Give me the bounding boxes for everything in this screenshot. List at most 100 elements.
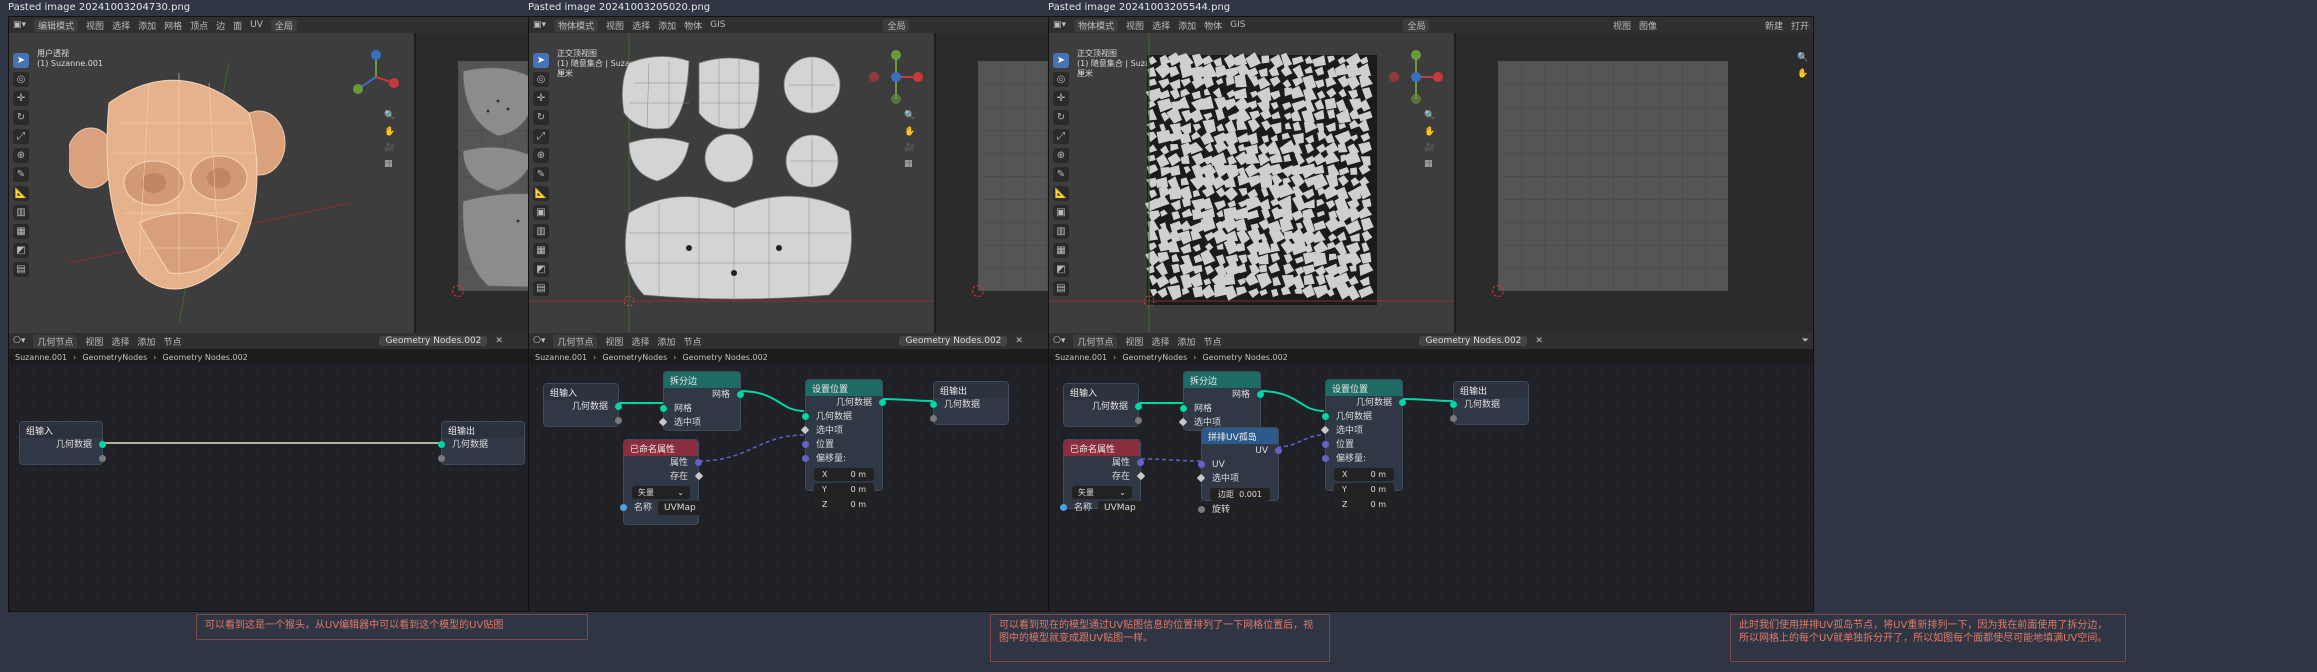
menu-select[interactable]: 选择 — [112, 19, 130, 32]
mode-select[interactable]: 物体模式 — [554, 18, 599, 32]
camera-icon[interactable]: 🎥 — [904, 143, 918, 153]
node-editor-type[interactable]: 几何节点 — [553, 334, 598, 348]
node-tree-selector[interactable]: Geometry Nodes.002 — [379, 336, 488, 346]
offset-y-field[interactable]: Y0 m — [814, 483, 874, 496]
close-icon[interactable]: ✕ — [1535, 336, 1543, 346]
group-output-node[interactable]: 组输出 几何数据 — [930, 381, 1009, 425]
3d-viewport[interactable]: 用户透视 (1) Suzanne.001 ➤ ◎ ✛ ↻ ⤢ ⊕ ✎ 📐 ▥ ▦… — [9, 33, 414, 333]
menu-add[interactable]: 添加 — [138, 19, 156, 32]
close-icon[interactable]: ✕ — [495, 336, 503, 346]
new-image-button[interactable]: 新建 — [1765, 19, 1783, 32]
node-tree-selector[interactable]: Geometry Nodes.002 — [1419, 336, 1528, 346]
geometry-socket[interactable] — [99, 441, 106, 448]
pan-hand-icon[interactable]: ✋ — [1797, 69, 1811, 79]
name-field[interactable]: UVMap — [658, 501, 702, 515]
menu-object[interactable]: 物体 — [1204, 19, 1222, 32]
menu-add[interactable]: 添加 — [1178, 19, 1196, 32]
camera-icon[interactable]: 🎥 — [1424, 143, 1438, 153]
named-attribute-node[interactable]: 已命名属性 属性 存在 矢量 ⌄ 名称 UVMap — [620, 439, 704, 525]
menu-add[interactable]: 添加 — [658, 19, 676, 32]
mesh-out-socket[interactable] — [737, 391, 744, 398]
node-editor-type[interactable]: 几何节点 — [1073, 334, 1118, 348]
group-input-node[interactable]: 组输入 几何数据 — [543, 383, 622, 427]
zoom-icon[interactable]: 🔍 — [1797, 53, 1811, 63]
offset-socket[interactable] — [802, 455, 809, 462]
pan-hand-icon[interactable]: ✋ — [384, 127, 398, 137]
node-menu-select[interactable]: 选择 — [1151, 335, 1169, 348]
exists-socket[interactable] — [694, 471, 704, 481]
named-attribute-node[interactable]: 已命名属性 属性 存在 矢量 ⌄ 名称 UVMap — [1060, 439, 1146, 515]
menu-uv[interactable]: UV — [250, 20, 263, 30]
node-menu-add[interactable]: 添加 — [657, 335, 675, 348]
open-image-button[interactable]: 打开 — [1791, 19, 1809, 32]
grid-icon[interactable]: ▦ — [904, 159, 918, 169]
menu-object[interactable]: 物体 — [684, 19, 702, 32]
geometry-in-socket[interactable] — [1322, 413, 1329, 420]
menu-face[interactable]: 面 — [233, 19, 242, 32]
selection-socket[interactable] — [1178, 417, 1188, 427]
data-type-dropdown[interactable]: 矢量 ⌄ — [1072, 486, 1132, 499]
loopcut-tool-icon[interactable]: ▤ — [13, 262, 29, 277]
zoom-icon[interactable]: 🔍 — [1424, 111, 1438, 121]
camera-icon[interactable]: 🎥 — [384, 143, 398, 153]
set-position-node[interactable]: 设置位置 几何数据 几何数据 选中项 位置 偏移量: X0 m Y0 m Z0 … — [800, 379, 886, 511]
navigation-gizmo[interactable] — [1386, 47, 1446, 107]
exists-socket[interactable] — [1136, 471, 1146, 481]
attribute-socket[interactable] — [1137, 459, 1144, 466]
offset-x-field[interactable]: X0 m — [1334, 468, 1394, 481]
node-canvas[interactable]: 组输入 几何数据 拆分边 网格 网格 选中项 拼排UV孤岛 UV UV 选中项 … — [1049, 365, 1813, 611]
node-menu-node[interactable]: 节点 — [163, 335, 181, 348]
node-menu-node[interactable]: 节点 — [1203, 335, 1221, 348]
node-menu-select[interactable]: 选择 — [631, 335, 649, 348]
selection-socket[interactable] — [658, 417, 668, 427]
geometry-socket[interactable] — [615, 403, 622, 410]
move-tool-icon[interactable]: ✛ — [13, 91, 29, 106]
offset-socket[interactable] — [1322, 455, 1329, 462]
empty-socket[interactable] — [438, 455, 445, 462]
editor-type-icon[interactable]: ⎔▾ — [1053, 336, 1065, 346]
rotate-socket[interactable] — [1198, 506, 1205, 513]
transform-orientation[interactable]: 全局 — [883, 18, 910, 32]
bevel-tool-icon[interactable]: ◩ — [13, 243, 29, 258]
menu-select[interactable]: 选择 — [632, 19, 650, 32]
cursor-tool-icon[interactable]: ◎ — [13, 72, 29, 87]
extrude-tool-icon[interactable]: ▥ — [13, 205, 29, 220]
editor-type-icon[interactable]: ▣▾ — [1053, 20, 1066, 30]
zoom-icon[interactable]: 🔍 — [384, 111, 398, 121]
empty-socket[interactable] — [1135, 417, 1142, 424]
node-menu-select[interactable]: 选择 — [111, 335, 129, 348]
mesh-in-socket[interactable] — [1180, 405, 1187, 412]
attribute-socket[interactable] — [695, 459, 702, 466]
measure-tool-icon[interactable]: 📐 — [13, 186, 29, 201]
pack-uv-islands-node[interactable]: 拼排UV孤岛 UV UV 选中项 边距 0.001 旋转 — [1196, 427, 1282, 515]
transform-orientation[interactable]: 全局 — [1403, 18, 1430, 32]
node-menu-node[interactable]: 节点 — [683, 335, 701, 348]
menu-gis[interactable]: GIS — [710, 20, 725, 30]
node-menu-add[interactable]: 添加 — [137, 335, 155, 348]
geometry-out-socket[interactable] — [1399, 399, 1406, 406]
group-output-node[interactable]: 组输出 几何数据 — [438, 421, 525, 465]
selection-socket[interactable] — [1320, 425, 1330, 435]
transform-orientation[interactable]: 全局 — [270, 18, 297, 32]
navigation-gizmo[interactable] — [866, 47, 926, 107]
menu-view[interactable]: 视图 — [606, 19, 624, 32]
3d-viewport[interactable]: 正交顶视图 (1) 随意集合 | Suzanne.001 厘米 ➤ ◎ ✛ ↻ … — [1049, 33, 1454, 333]
mode-select[interactable]: 编辑模式 — [34, 18, 79, 32]
split-edges-node[interactable]: 拆分边 网格 网格 选中项 — [658, 371, 744, 431]
position-socket[interactable] — [1322, 441, 1329, 448]
margin-field[interactable]: 边距 0.001 — [1210, 488, 1270, 501]
geometry-out-socket[interactable] — [879, 399, 886, 406]
data-type-dropdown[interactable]: 矢量 ⌄ — [632, 486, 690, 499]
pan-hand-icon[interactable]: ✋ — [1424, 127, 1438, 137]
rotate-tool-icon[interactable]: ↻ — [13, 110, 29, 125]
uv-menu-view[interactable]: 视图 — [1613, 19, 1631, 32]
mode-select[interactable]: 物体模式 — [1074, 18, 1119, 32]
select-tool-icon[interactable]: ➤ — [13, 53, 29, 68]
menu-mesh[interactable]: 网格 — [164, 19, 182, 32]
uv-out-socket[interactable] — [1275, 447, 1282, 454]
grid-icon[interactable]: ▦ — [1424, 159, 1438, 169]
group-input-node[interactable]: 组输入 几何数据 — [1063, 383, 1142, 427]
geometry-socket[interactable] — [1450, 401, 1457, 408]
position-socket[interactable] — [802, 441, 809, 448]
node-menu-add[interactable]: 添加 — [1177, 335, 1195, 348]
